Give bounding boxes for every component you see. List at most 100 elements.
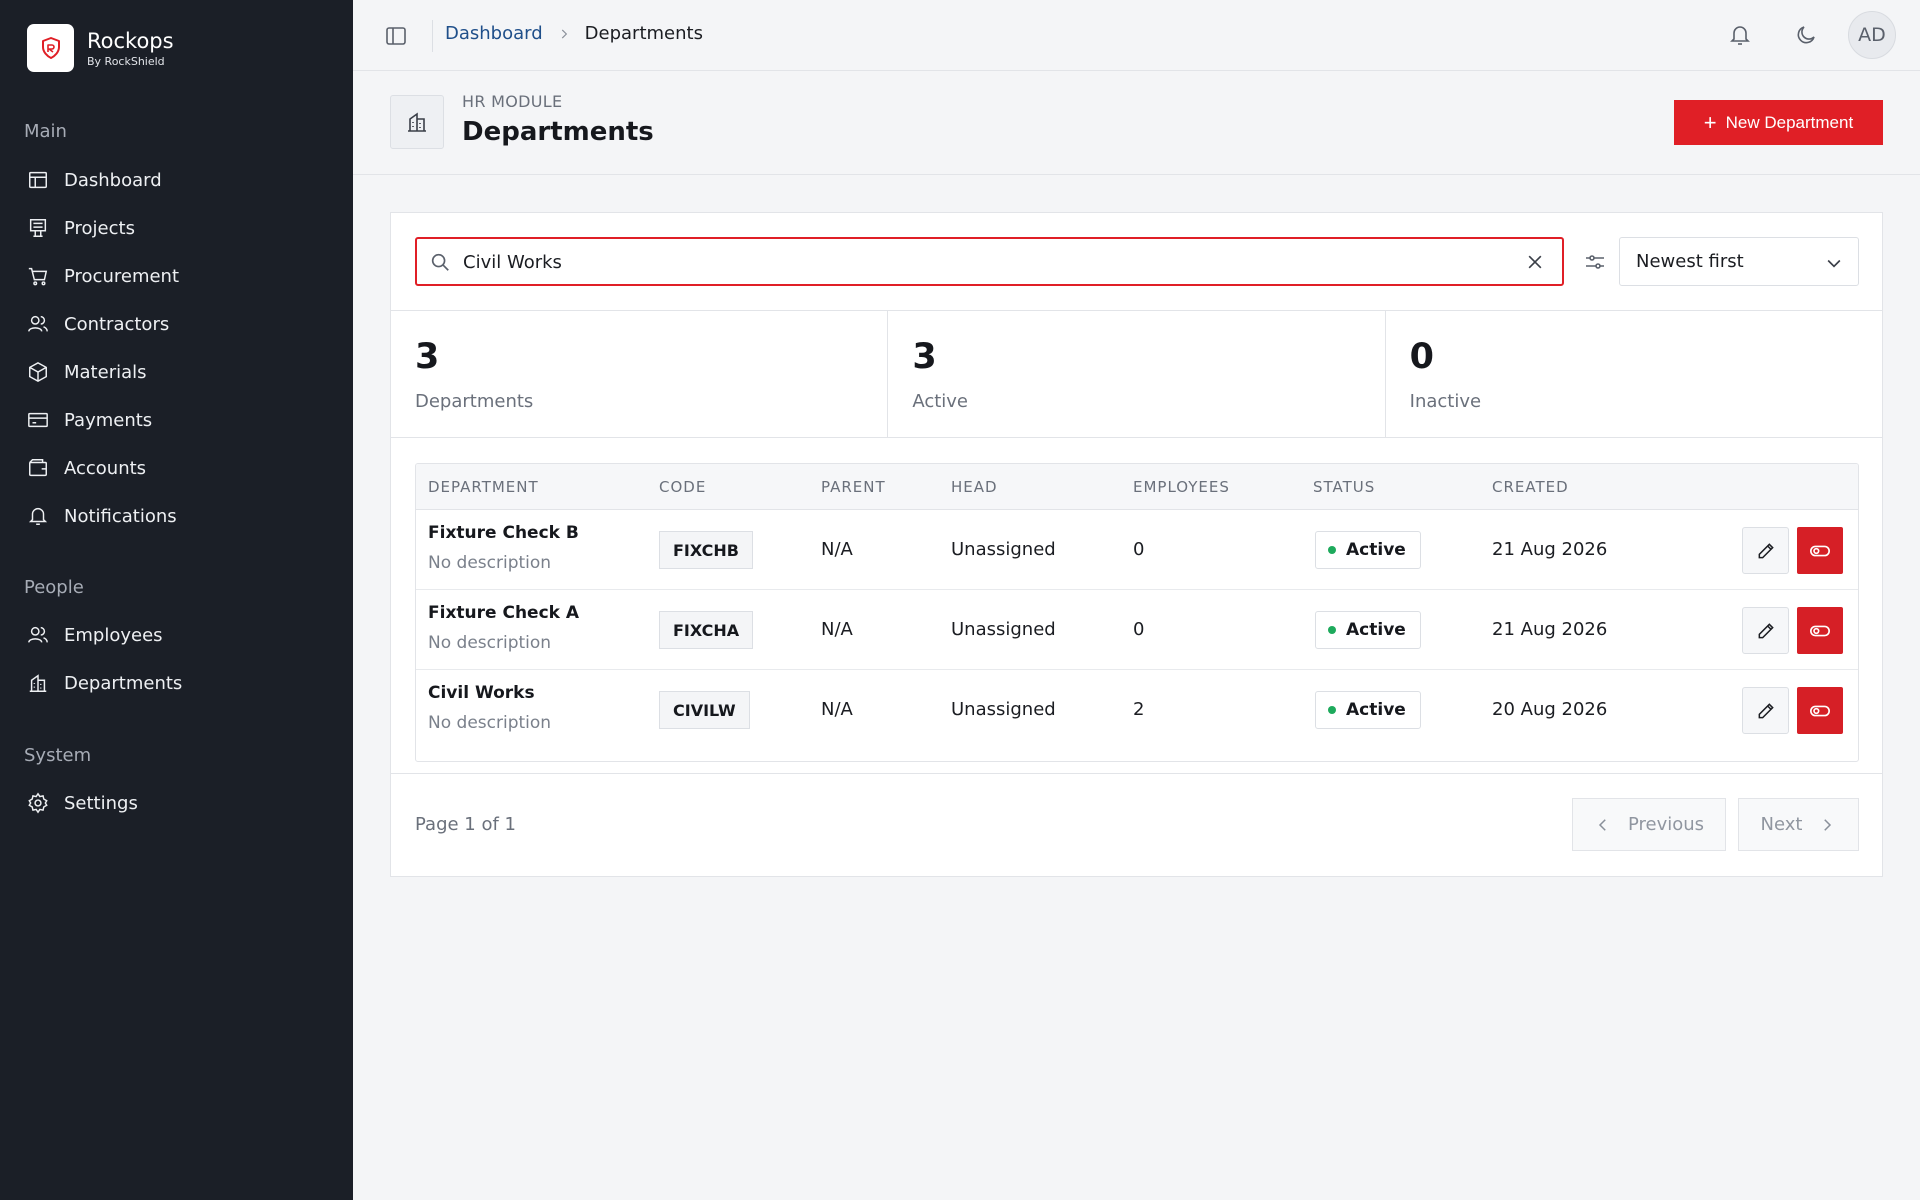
toggle-icon (1810, 625, 1830, 636)
deactivate-toggle-button[interactable] (1797, 607, 1843, 654)
sidebar-item-label: Projects (64, 217, 135, 239)
cart-icon (28, 267, 48, 286)
sidebar-item-projects[interactable]: Projects (27, 208, 135, 248)
pencil-icon (1758, 702, 1774, 718)
department-created: 20 Aug 2026 (1492, 699, 1608, 720)
department-parent: N/A (821, 539, 853, 560)
department-head: Unassigned (951, 619, 1056, 640)
department-description: No description (428, 553, 552, 573)
page-title: Departments (462, 117, 654, 147)
deactivate-toggle-button[interactable] (1797, 687, 1843, 734)
pencil-icon (1758, 542, 1774, 558)
user-avatar[interactable]: AD (1848, 11, 1896, 59)
search-box[interactable] (415, 237, 1564, 286)
sidebar-item-label: Notifications (64, 505, 177, 527)
status-dot (1328, 546, 1336, 554)
chevron-right-icon (561, 29, 567, 38)
module-label: HR MODULE (462, 92, 563, 111)
stat-active: 3 Active (888, 311, 1386, 437)
department-head: Unassigned (951, 539, 1056, 560)
sort-select[interactable]: Newest first (1619, 237, 1859, 286)
pencil-icon (1758, 622, 1774, 638)
department-code-badge: FIXCHA (659, 611, 754, 649)
toggle-icon (1810, 705, 1830, 716)
department-employees: 2 (1133, 699, 1145, 720)
column-header-department[interactable]: DEPARTMENT (428, 478, 539, 496)
topbar: Dashboard Departments AD (353, 0, 1920, 71)
dark-mode-moon-icon[interactable] (1794, 23, 1818, 47)
projects-icon (29, 219, 47, 237)
department-name: Civil Works (428, 683, 535, 703)
search-input[interactable] (463, 248, 1503, 276)
sidebar-toggle-icon[interactable] (384, 24, 408, 48)
edit-button[interactable] (1742, 527, 1789, 574)
status-text: Active (1346, 540, 1406, 560)
stat-inactive: 0 Inactive (1386, 311, 1882, 437)
sidebar-item-label: Dashboard (64, 169, 162, 191)
chevron-left-icon (1598, 818, 1606, 831)
column-header-employees[interactable]: EMPLOYEES (1133, 478, 1230, 496)
sidebar-item-payments[interactable]: Payments (27, 400, 152, 440)
sidebar-item-label: Accounts (64, 457, 147, 479)
column-header-head[interactable]: HEAD (951, 478, 998, 496)
column-header-created[interactable]: CREATED (1492, 478, 1569, 496)
department-employees: 0 (1133, 539, 1145, 560)
table-row[interactable]: Fixture Check B No description FIXCHB N/… (416, 510, 1858, 590)
breadcrumb-dashboard-link[interactable]: Dashboard (445, 23, 543, 44)
status-text: Active (1346, 700, 1406, 720)
column-header-code[interactable]: CODE (659, 478, 706, 496)
breadcrumb-current: Departments (584, 23, 703, 44)
clear-search-icon[interactable] (1525, 252, 1545, 272)
department-description: No description (428, 713, 552, 733)
sidebar-item-departments[interactable]: Departments (27, 663, 182, 703)
sidebar-item-employees[interactable]: Employees (27, 615, 163, 655)
sidebar-item-contractors[interactable]: Contractors (27, 304, 169, 344)
stats-row: 3 Departments 3 Active 0 Inactive (391, 310, 1882, 438)
edit-button[interactable] (1742, 607, 1789, 654)
column-header-status[interactable]: STATUS (1313, 478, 1375, 496)
sidebar-item-label: Payments (64, 409, 153, 431)
deactivate-toggle-button[interactable] (1797, 527, 1843, 574)
chevron-right-icon (1824, 818, 1832, 831)
stat-label: Inactive (1409, 391, 1482, 412)
new-department-button[interactable]: + New Department (1674, 100, 1883, 145)
table-row[interactable]: Civil Works No description CIVILW N/A Un… (416, 670, 1858, 750)
department-name: Fixture Check B (428, 523, 579, 543)
departments-card: Newest first 3 Departments 3 Active 0 In… (390, 212, 1883, 877)
sidebar-item-accounts[interactable]: Accounts (27, 448, 146, 488)
search-icon (431, 253, 449, 271)
nav-section-main: Main (24, 121, 67, 142)
sidebar-item-dashboard[interactable]: Dashboard (27, 160, 162, 200)
sidebar-item-procurement[interactable]: Procurement (27, 256, 179, 296)
department-code-badge: CIVILW (659, 691, 750, 729)
status-dot (1328, 626, 1336, 634)
notifications-bell-icon[interactable] (1728, 23, 1752, 47)
brand[interactable]: Rockops By RockShield (27, 24, 174, 72)
sidebar-item-materials[interactable]: Materials (27, 352, 147, 392)
previous-page-button[interactable]: Previous (1572, 798, 1726, 851)
table-header: DEPARTMENT CODE PARENT HEAD EMPLOYEES ST… (416, 464, 1858, 510)
next-page-button[interactable]: Next (1738, 798, 1859, 851)
stat-value: 3 (912, 337, 937, 377)
sidebar-item-label: Materials (64, 361, 147, 383)
toggle-icon (1810, 545, 1830, 556)
department-parent: N/A (821, 699, 853, 720)
new-department-label: New Department (1725, 112, 1854, 132)
bell-icon (28, 508, 48, 525)
nav-section-system: System (24, 745, 92, 766)
filter-sliders-icon[interactable] (1583, 250, 1607, 274)
department-head: Unassigned (951, 699, 1056, 720)
sidebar-item-label: Settings (64, 792, 138, 814)
department-created: 21 Aug 2026 (1492, 619, 1608, 640)
sidebar-item-notifications[interactable]: Notifications (27, 496, 177, 536)
brand-subtitle: By RockShield (87, 55, 165, 68)
brand-logo (27, 24, 74, 72)
edit-button[interactable] (1742, 687, 1789, 734)
sidebar-item-settings[interactable]: Settings (27, 783, 138, 823)
table-row[interactable]: Fixture Check A No description FIXCHA N/… (416, 590, 1858, 670)
status-dot (1328, 706, 1336, 714)
contractors-icon (28, 315, 48, 332)
department-employees: 0 (1133, 619, 1145, 640)
gear-icon (28, 792, 48, 814)
column-header-parent[interactable]: PARENT (821, 478, 886, 496)
